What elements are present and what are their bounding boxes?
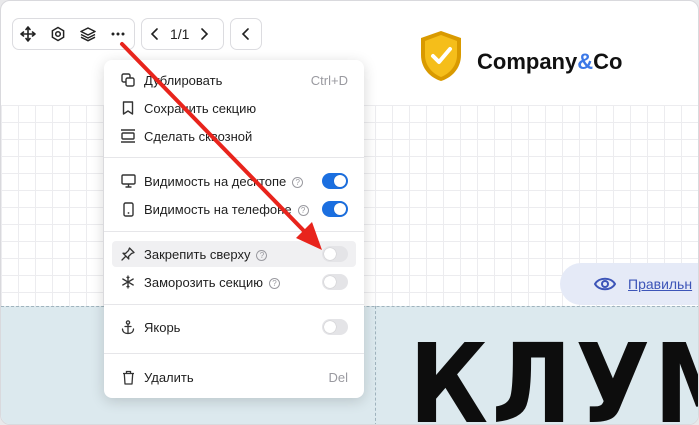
brand-name[interactable]: Company&Co: [477, 49, 622, 75]
menu-item-save-section[interactable]: Сохранить секцию: [112, 95, 356, 121]
menu-item-text: Закрепить сверху: [144, 246, 251, 262]
phone-visibility-toggle[interactable]: [322, 201, 348, 217]
menu-item-make-global[interactable]: Сделать сквозной: [112, 123, 356, 149]
global-section-icon: [120, 128, 136, 144]
more-icon: [111, 32, 125, 36]
menu-item-label: Дублировать: [144, 72, 223, 88]
phone-icon: [120, 201, 136, 217]
menu-item-label: Сохранить секцию: [144, 100, 257, 116]
menu-divider: [104, 304, 364, 305]
prev-page-button[interactable]: [142, 19, 168, 49]
shortcut-label: Del: [328, 369, 348, 385]
pager: 1/1: [141, 18, 224, 50]
next-page-button[interactable]: [191, 19, 217, 49]
brand-name-part2: Co: [593, 49, 623, 74]
menu-item-pin-top[interactable]: Закрепить сверху?: [112, 241, 356, 267]
menu-divider: [104, 353, 364, 354]
preview-pill[interactable]: Правильн: [560, 263, 698, 305]
menu-item-anchor[interactable]: Якорь: [112, 314, 356, 340]
help-icon[interactable]: ?: [292, 176, 304, 188]
shortcut-label: Ctrl+D: [310, 72, 348, 88]
menu-divider: [104, 157, 364, 158]
anchor-toggle[interactable]: [322, 319, 348, 335]
menu-item-text: Видимость на телефоне: [144, 201, 292, 217]
eye-icon: [594, 277, 616, 291]
help-icon[interactable]: ?: [256, 249, 268, 261]
page-indicator: 1/1: [170, 26, 190, 42]
menu-item-phone-visibility[interactable]: Видимость на телефоне?: [112, 196, 356, 222]
menu-item-label: Видимость на телефоне?: [144, 202, 309, 217]
snowflake-icon: [120, 274, 136, 290]
freeze-section-toggle[interactable]: [322, 274, 348, 290]
shield-logo-icon: [421, 31, 461, 81]
chevron-left-icon: [150, 28, 158, 40]
move-icon: [20, 26, 36, 42]
menu-item-text: Заморозить секцию: [144, 274, 263, 290]
trash-icon: [120, 369, 136, 385]
move-button[interactable]: [13, 19, 43, 49]
column-guide: [375, 306, 376, 424]
menu-divider: [104, 231, 364, 232]
brand-name-part1: Company: [477, 49, 578, 74]
menu-item-label: Видимость на десктопе?: [144, 173, 304, 189]
help-icon[interactable]: ?: [269, 277, 280, 289]
duplicate-icon: [120, 72, 136, 88]
chevron-right-icon: [201, 28, 209, 40]
bookmark-icon: [120, 100, 136, 116]
layers-button[interactable]: [73, 19, 103, 49]
menu-item-label: Закрепить сверху?: [144, 246, 268, 262]
pin-icon: [120, 246, 136, 262]
section-toolbar: [12, 18, 135, 50]
menu-item-label: Заморозить секцию?: [144, 275, 280, 290]
chevron-left-icon: [241, 28, 249, 40]
menu-item-text: Видимость на десктопе: [144, 173, 287, 189]
menu-item-duplicate[interactable]: Дублировать Ctrl+D: [112, 67, 356, 93]
settings-icon: [51, 26, 65, 42]
menu-item-label: Якорь: [144, 319, 181, 335]
pin-top-toggle[interactable]: [322, 246, 348, 262]
hero-heading[interactable]: КЛУМ: [409, 329, 698, 424]
brand-name-amp: &: [577, 49, 594, 74]
menu-item-freeze-section[interactable]: Заморозить секцию?: [112, 269, 356, 295]
section-context-menu: Дублировать Ctrl+D Сохранить секцию Сдел…: [104, 60, 364, 398]
menu-item-desktop-visibility[interactable]: Видимость на десктопе?: [112, 168, 356, 194]
collapse-button[interactable]: [230, 18, 262, 50]
menu-item-label: Удалить: [144, 369, 194, 385]
more-button[interactable]: [103, 19, 133, 49]
preview-pill-label: Правильн: [628, 276, 693, 292]
help-icon[interactable]: ?: [297, 204, 309, 216]
anchor-icon: [120, 319, 136, 335]
desktop-icon: [120, 173, 136, 189]
menu-item-label: Сделать сквозной: [144, 128, 253, 144]
desktop-visibility-toggle[interactable]: [322, 173, 348, 189]
layers-icon: [80, 27, 96, 42]
menu-item-delete[interactable]: Удалить Del: [112, 364, 356, 390]
settings-button[interactable]: [43, 19, 73, 49]
